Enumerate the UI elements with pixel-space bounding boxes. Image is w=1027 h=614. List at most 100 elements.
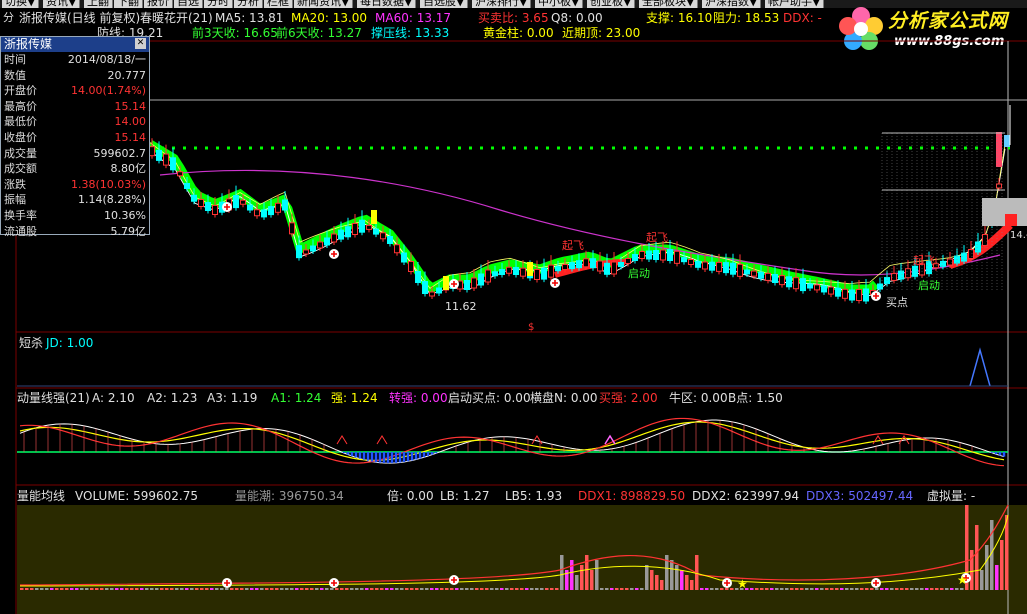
volume-bar [885, 588, 889, 590]
volume-bar [895, 588, 899, 590]
info-window-titlebar[interactable]: 浙报传媒 ✕ [1, 37, 149, 52]
candle-body [387, 236, 393, 244]
info-row: 成交额 8.80亿 [1, 161, 149, 177]
volume-bar [320, 588, 324, 590]
candle-body [779, 275, 785, 286]
volume-bar [175, 588, 179, 590]
volume-bar [705, 588, 709, 590]
candle-body [730, 262, 736, 275]
yellow-candle [443, 276, 449, 290]
candle-body [471, 277, 477, 289]
info-row: 最高价 15.14 [1, 99, 149, 115]
candle-body [744, 269, 750, 275]
volume-bar [120, 588, 124, 590]
volume-bar [830, 588, 834, 590]
momentum-panel-title: 动量线强(21) [17, 391, 90, 405]
volume-bar [890, 588, 894, 590]
volume-liangnengchao: 量能潮: 396750.34 [235, 489, 344, 503]
volume-bar [330, 588, 334, 590]
info-row-label: 开盘价 [4, 84, 37, 98]
volume-bar [690, 580, 694, 590]
candle-body [786, 276, 792, 288]
volume-bar [315, 588, 319, 590]
volume-bar [295, 588, 299, 590]
candle-body [149, 146, 155, 157]
volume-lb5: LB5: 1.93 [505, 489, 563, 503]
volume-bar [950, 588, 954, 590]
candle-body [499, 269, 505, 275]
volume-bar [510, 588, 514, 590]
info-row-label: 换手率 [4, 208, 37, 222]
volume-bar [95, 588, 99, 590]
volume-bar [285, 588, 289, 590]
volume-bar [360, 588, 364, 590]
volume-bar [760, 588, 764, 590]
volume-bar [30, 588, 34, 590]
takeoff-label: 起飞 [562, 239, 584, 252]
volume-bar [90, 588, 94, 590]
candle-body [548, 264, 554, 278]
quote-info-window[interactable]: 浙报传媒 ✕ 时间 2014/08/18/一 数值 20.777 开盘价 14.00(1.… [0, 36, 150, 238]
candle-body [338, 229, 344, 240]
volume-bar [485, 588, 489, 590]
volume-bar [455, 588, 459, 590]
info-row-value: 15.14 [114, 99, 147, 113]
volume-bar [775, 588, 779, 590]
volume-bar [310, 588, 314, 590]
info-row-value: 10.36% [104, 208, 146, 222]
star-icon: ★ [957, 573, 968, 587]
info-row-value: 15.14 [114, 130, 147, 144]
candle-body [555, 266, 561, 272]
volume-bar [550, 588, 554, 590]
volume-bar [45, 588, 49, 590]
volume-bar [630, 588, 634, 590]
volume-bar [180, 588, 184, 590]
candle-body [695, 260, 701, 268]
candle-body [415, 271, 421, 283]
volume-bar [470, 588, 474, 590]
volume-bar [910, 588, 914, 590]
candle-body [968, 249, 974, 259]
close-icon[interactable]: ✕ [135, 38, 146, 49]
volume-bar [555, 588, 559, 590]
volume-bar [490, 588, 494, 590]
candle-body [569, 262, 575, 270]
info-row-label: 成交量 [4, 146, 37, 160]
volume-bar [620, 588, 624, 590]
volume-bar [850, 588, 854, 590]
short-panel-jd: JD: 1.00 [46, 336, 94, 350]
volume-bar [215, 588, 219, 590]
candle-body [254, 209, 260, 217]
volume-bar [130, 588, 134, 590]
volume-bar [110, 588, 114, 590]
candle-body [429, 291, 435, 297]
volume-bar [805, 588, 809, 590]
volume-bar [730, 588, 734, 590]
volume-bar [430, 588, 434, 590]
volume-bar [1000, 540, 1004, 590]
red-marker [1005, 214, 1017, 226]
volume-bar [355, 588, 359, 590]
volume-bar [200, 588, 204, 590]
candle-body [758, 271, 764, 279]
candle-body [646, 250, 652, 260]
volume-bar [55, 588, 59, 590]
volume-bar [140, 588, 144, 590]
candle-body [835, 287, 841, 297]
momentum-a1: A1: 1.24 [271, 391, 322, 405]
volume-bar [420, 588, 424, 590]
volume-bar [160, 588, 164, 590]
volume-bar [305, 588, 309, 590]
volume-bar [570, 560, 574, 590]
info-row-value: 14.00(1.74%) [70, 84, 146, 98]
dollar-mark: $ [528, 322, 534, 333]
info-row: 最低价 14.00 [1, 114, 149, 130]
info-row: 成交量 599602.7 [1, 146, 149, 162]
volume-bar [460, 588, 464, 590]
candle-body [534, 269, 540, 280]
volume-bar [820, 588, 824, 590]
info-row-value: 1.38(10.03%) [70, 177, 146, 191]
volume-bar [975, 525, 979, 590]
info-row: 换手率 10.36% [1, 208, 149, 224]
candle-body [772, 274, 778, 283]
